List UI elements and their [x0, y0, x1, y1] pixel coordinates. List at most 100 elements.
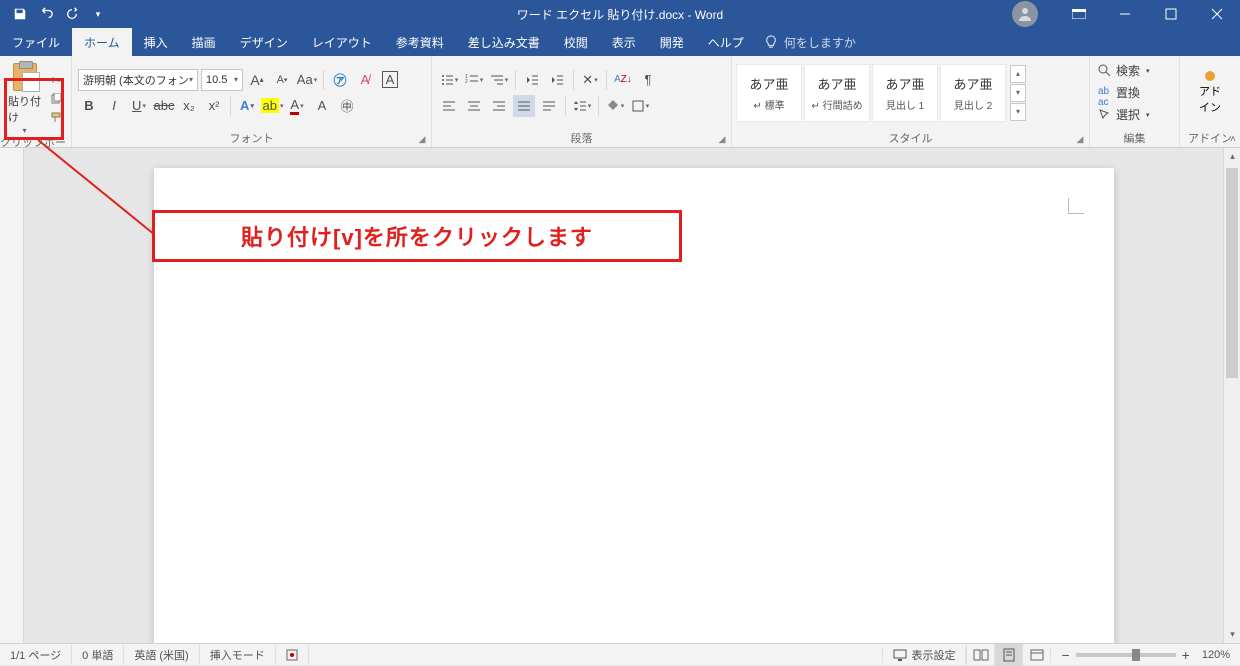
phonetic-guide-icon[interactable]: ㋐ [329, 69, 351, 91]
tab-layout[interactable]: レイアウト [300, 28, 384, 56]
grow-font-icon[interactable]: A▴ [246, 69, 268, 91]
tell-me-search[interactable]: 何をしますか [764, 28, 856, 56]
decrease-indent-icon[interactable] [521, 69, 543, 91]
paragraph-launcher-icon[interactable]: ◢ [715, 132, 729, 146]
addin-button[interactable]: アド イン [1186, 71, 1234, 115]
borders-icon[interactable]: ▾ [629, 95, 651, 117]
view-print-icon[interactable] [994, 644, 1022, 666]
save-icon[interactable] [8, 2, 32, 26]
shrink-font-icon[interactable]: A▾ [271, 69, 293, 91]
tab-file[interactable]: ファイル [0, 28, 72, 56]
font-size-combo[interactable]: 10.5▾ [201, 69, 243, 91]
subscript-button[interactable]: x₂ [178, 95, 200, 117]
italic-button[interactable]: I [103, 95, 125, 117]
style-nospacing[interactable]: あア亜↵ 行間詰め [804, 64, 870, 122]
zoom-slider[interactable] [1076, 653, 1176, 657]
status-insert-mode[interactable]: 挿入モード [200, 644, 276, 665]
paste-button[interactable]: 貼り付け ▾ [6, 60, 43, 137]
cut-icon[interactable]: ✂ [47, 73, 65, 89]
collapse-ribbon-icon[interactable]: ˄ [1230, 134, 1236, 145]
shading-icon[interactable]: ▾ [604, 95, 626, 117]
status-words[interactable]: 0 単語 [72, 644, 124, 665]
char-border-icon[interactable]: A [379, 69, 401, 91]
bullets-icon[interactable]: ▾ [438, 69, 460, 91]
multilevel-icon[interactable]: ▾ [488, 69, 510, 91]
increase-indent-icon[interactable] [546, 69, 568, 91]
qat-customize-icon[interactable]: ▾ [86, 2, 110, 26]
style-scroll-up-icon[interactable]: ▴ [1010, 65, 1026, 83]
style-heading2[interactable]: あア亜見出し 2 [940, 64, 1006, 122]
change-case-icon[interactable]: Aa▾ [296, 69, 318, 91]
tab-help[interactable]: ヘルプ [696, 28, 756, 56]
status-display-settings[interactable]: 表示設定 [882, 647, 966, 663]
strikethrough-button[interactable]: abc [153, 95, 175, 117]
view-web-icon[interactable] [1022, 644, 1050, 666]
align-center-icon[interactable] [463, 95, 485, 117]
tab-mailings[interactable]: 差し込み文書 [456, 28, 552, 56]
show-marks-icon[interactable]: ¶ [637, 69, 659, 91]
maximize-icon[interactable] [1148, 0, 1194, 28]
tab-design[interactable]: デザイン [228, 28, 300, 56]
align-distribute-icon[interactable] [538, 95, 560, 117]
highlight-icon[interactable]: ab▾ [261, 95, 283, 117]
scroll-down-icon[interactable]: ▾ [1224, 626, 1240, 643]
minimize-icon[interactable] [1102, 0, 1148, 28]
tab-view[interactable]: 表示 [600, 28, 648, 56]
find-button[interactable]: 検索▾ [1098, 61, 1150, 81]
user-avatar[interactable] [1012, 1, 1038, 27]
style-heading1[interactable]: あア亜見出し 1 [872, 64, 938, 122]
superscript-button[interactable]: x² [203, 95, 225, 117]
status-page[interactable]: 1/1 ページ [0, 644, 72, 665]
zoom-in-icon[interactable]: + [1182, 647, 1190, 663]
status-macro-icon[interactable] [276, 644, 309, 665]
undo-icon[interactable] [34, 2, 58, 26]
style-normal[interactable]: あア亜↵ 標準 [736, 64, 802, 122]
align-right-icon[interactable] [488, 95, 510, 117]
format-painter-icon[interactable] [47, 109, 65, 125]
text-direction-icon[interactable]: ✕▾ [579, 69, 601, 91]
tab-developer[interactable]: 開発 [648, 28, 696, 56]
numbering-icon[interactable]: 12▾ [463, 69, 485, 91]
styles-launcher-icon[interactable]: ◢ [1073, 132, 1087, 146]
zoom-level[interactable]: 120% [1202, 649, 1230, 661]
replace-button[interactable]: abac置換 [1098, 83, 1150, 103]
sort-icon[interactable]: AZ↓ [612, 69, 634, 91]
font-color-icon[interactable]: A▾ [286, 95, 308, 117]
font-name-combo[interactable]: 游明朝 (本文のフォン▾ [78, 69, 198, 91]
quick-access-toolbar: ▾ [0, 2, 110, 26]
zoom-out-icon[interactable]: − [1061, 647, 1069, 663]
underline-button[interactable]: U▾ [128, 95, 150, 117]
char-shading-icon[interactable]: A [311, 95, 333, 117]
select-button[interactable]: 選択▾ [1098, 105, 1150, 125]
tab-review[interactable]: 校閲 [552, 28, 600, 56]
view-read-icon[interactable] [966, 644, 994, 666]
group-clipboard: 貼り付け ▾ ✂ クリップボード◢ [0, 56, 72, 147]
vertical-scrollbar[interactable]: ▴ ▾ [1223, 148, 1240, 643]
scroll-up-icon[interactable]: ▴ [1224, 148, 1240, 165]
status-language[interactable]: 英語 (米国) [124, 644, 199, 665]
enclose-char-icon[interactable]: ㊥ [336, 95, 358, 117]
tab-home[interactable]: ホーム [72, 28, 132, 56]
tab-insert[interactable]: 挿入 [132, 28, 180, 56]
copy-icon[interactable] [47, 91, 65, 107]
style-expand-icon[interactable]: ▾ [1010, 103, 1026, 121]
window-controls [1012, 0, 1240, 28]
callout-text: 貼り付け[v]を所をクリックします [241, 220, 593, 252]
close-icon[interactable] [1194, 0, 1240, 28]
tab-references[interactable]: 参考資料 [384, 28, 456, 56]
vertical-ruler[interactable] [0, 148, 24, 643]
scroll-thumb[interactable] [1226, 168, 1238, 378]
tab-draw[interactable]: 描画 [180, 28, 228, 56]
bold-button[interactable]: B [78, 95, 100, 117]
ribbon-tabs: ファイル ホーム 挿入 描画 デザイン レイアウト 参考資料 差し込み文書 校閲… [0, 28, 1240, 56]
ribbon-display-icon[interactable] [1056, 0, 1102, 28]
annotation-callout: 貼り付け[v]を所をクリックします [152, 210, 682, 262]
clear-formatting-icon[interactable]: A̸ [354, 69, 376, 91]
text-effects-icon[interactable]: A▾ [236, 95, 258, 117]
font-launcher-icon[interactable]: ◢ [415, 132, 429, 146]
align-left-icon[interactable] [438, 95, 460, 117]
align-justify-icon[interactable] [513, 95, 535, 117]
redo-icon[interactable] [60, 2, 84, 26]
line-spacing-icon[interactable]: ▾ [571, 95, 593, 117]
style-scroll-down-icon[interactable]: ▾ [1010, 84, 1026, 102]
